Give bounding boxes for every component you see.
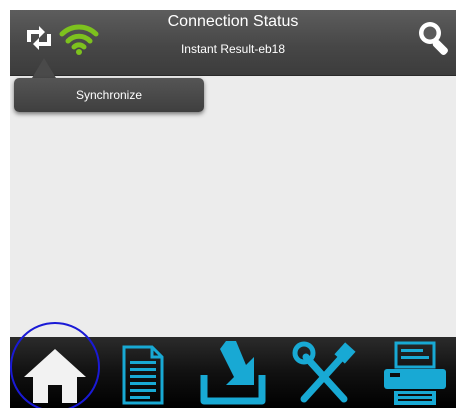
synchronize-tooltip: Synchronize xyxy=(14,78,204,112)
tools-button[interactable] xyxy=(290,337,360,408)
tools-icon xyxy=(292,341,356,403)
document-button[interactable] xyxy=(118,337,168,408)
page-title: Connection Status xyxy=(167,13,299,30)
header-bar: Connection Status Instant Result-eb18 xyxy=(10,10,456,76)
app-screen: Connection Status Instant Result-eb18 Sy… xyxy=(10,10,456,408)
printer-icon xyxy=(384,341,446,405)
home-highlight-circle xyxy=(10,322,100,408)
search-icon[interactable] xyxy=(415,18,451,58)
download-icon xyxy=(200,341,266,405)
document-icon xyxy=(122,345,164,405)
tooltip-pointer xyxy=(32,58,56,78)
device-name: Instant Result-eb18 xyxy=(180,42,286,56)
download-button[interactable] xyxy=(198,337,268,408)
printer-button[interactable] xyxy=(380,337,450,408)
